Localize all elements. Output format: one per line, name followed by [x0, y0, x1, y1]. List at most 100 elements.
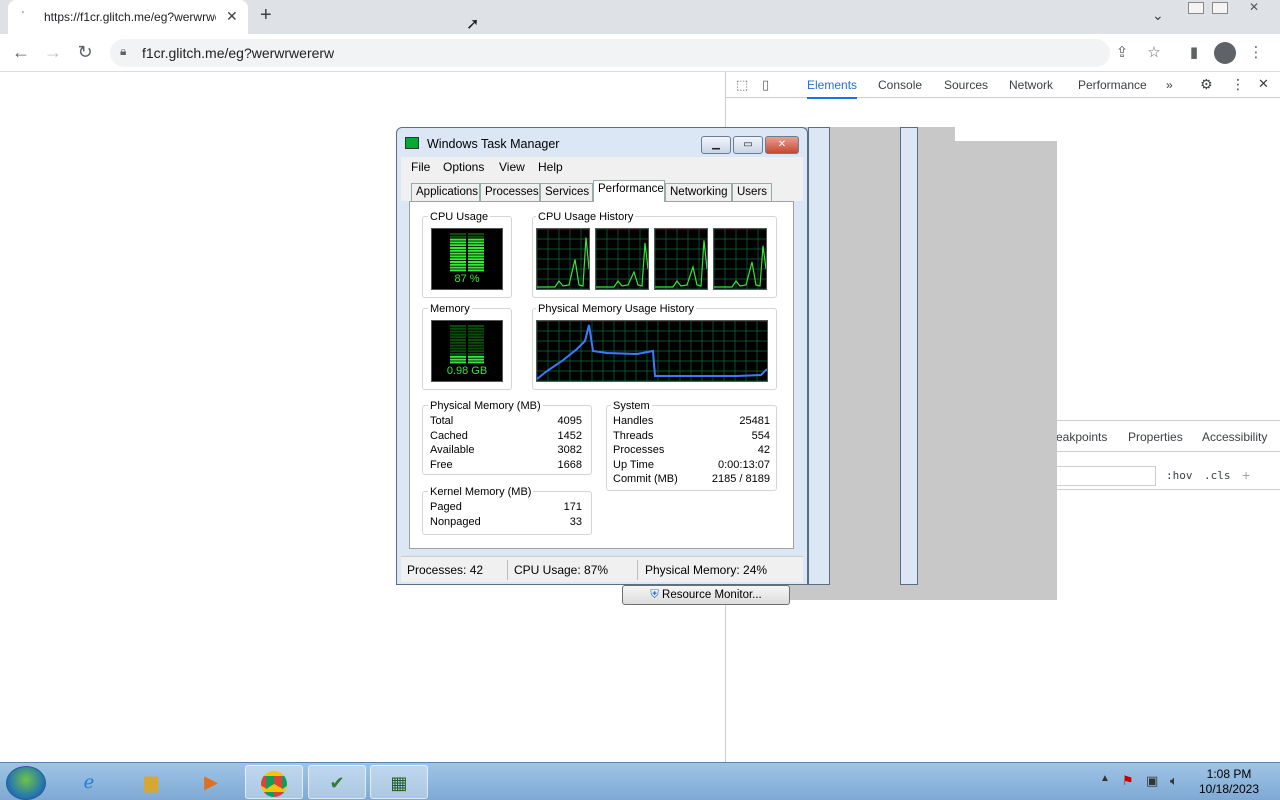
- stat-label: Up Time: [613, 458, 654, 471]
- cpu-core-svg: [654, 228, 708, 290]
- gauge-segment: [450, 327, 466, 330]
- star-icon[interactable]: ☆: [1144, 43, 1164, 61]
- devtools-more-tabs[interactable]: »: [1166, 78, 1173, 92]
- resource-monitor-button[interactable]: ⛨ Resource Monitor...: [622, 585, 790, 605]
- window-close-button[interactable]: ✕: [1236, 0, 1272, 16]
- devtools-tab-sources[interactable]: Sources: [944, 78, 988, 92]
- window-minimize-button[interactable]: [1188, 2, 1204, 14]
- close-icon[interactable]: ✕: [1258, 76, 1269, 92]
- memory-value: 0.98 GB: [446, 365, 488, 377]
- tab-services[interactable]: Services: [540, 183, 593, 201]
- address-bar[interactable]: 🔒︎ f1cr.glitch.me/eg?werwrwererw: [110, 39, 1110, 67]
- menu-file[interactable]: File: [411, 160, 430, 174]
- stat-row: Free 1668: [430, 459, 582, 474]
- task-manager-window[interactable]: Windows Task Manager ▁ ▭ ✕ File Options …: [396, 127, 808, 605]
- stat-label: Processes: [613, 444, 665, 456]
- subtab-accessibility[interactable]: Accessibility: [1202, 430, 1267, 444]
- stat-value: 171: [563, 501, 582, 513]
- gauge-segment: [468, 353, 484, 355]
- memory-gauge: 0.98 GB: [431, 320, 503, 382]
- checklist-app-icon[interactable]: ✔: [308, 765, 366, 799]
- tab-close-icon[interactable]: ✕: [226, 8, 238, 25]
- devtools-tab-console[interactable]: Console: [878, 78, 922, 92]
- devtools-tab-network[interactable]: Network: [1009, 78, 1053, 92]
- chrome-icon[interactable]: [245, 765, 303, 799]
- task-manager-taskbar-icon[interactable]: ▦: [370, 765, 428, 799]
- add-rule-icon[interactable]: +: [1242, 467, 1250, 483]
- memory-label: Memory: [428, 303, 472, 315]
- gauge-segment: [450, 261, 466, 263]
- menu-icon[interactable]: ⋮: [1246, 43, 1266, 61]
- stat-row: Handles 25481: [613, 415, 770, 430]
- stat-row: Available 3082: [430, 444, 582, 459]
- mouse-cursor-icon: ➚: [466, 16, 480, 33]
- window-maximize-button[interactable]: [1212, 2, 1228, 14]
- gauge-segment: [468, 347, 484, 350]
- stacked-window-edge: [900, 127, 918, 585]
- shield-icon: ⛨: [650, 589, 659, 601]
- styles-filter-input[interactable]: [1056, 466, 1156, 486]
- gauge-segment: [450, 263, 466, 266]
- device-toggle-icon[interactable]: ▯: [762, 77, 769, 93]
- menu-view[interactable]: View: [499, 160, 525, 174]
- devtools-tab-elements[interactable]: Elements: [807, 78, 858, 99]
- tab-networking[interactable]: Networking: [665, 183, 732, 201]
- gear-icon[interactable]: ⚙: [1200, 76, 1213, 93]
- action-center-icon[interactable]: ⚑: [1122, 773, 1134, 789]
- maximize-button[interactable]: ▭: [733, 136, 763, 154]
- stacked-window-edge: [808, 127, 830, 585]
- minimize-button[interactable]: ▁: [701, 136, 731, 154]
- performance-panel: CPU Usage 87 % CPU Usage History Memory …: [409, 201, 794, 605]
- hov-toggle[interactable]: :hov: [1166, 469, 1193, 482]
- forward-icon[interactable]: →: [42, 42, 64, 63]
- share-icon[interactable]: ⇪: [1112, 43, 1132, 61]
- tab-users[interactable]: Users: [732, 183, 772, 201]
- tab-performance[interactable]: Performance: [593, 180, 665, 202]
- gauge-segment: [468, 233, 484, 235]
- url-text[interactable]: f1cr.glitch.me/eg?werwrwererw: [142, 45, 334, 61]
- memory-history-svg: [536, 320, 768, 382]
- status-memory: Physical Memory: 24%: [645, 563, 768, 577]
- internet-explorer-icon[interactable]: ℯ: [60, 765, 118, 799]
- devtools-tab-performance[interactable]: Performance: [1078, 78, 1147, 92]
- sidepanel-icon[interactable]: ▮: [1184, 43, 1204, 61]
- volume-icon[interactable]: 🔈︎: [1170, 773, 1178, 789]
- subtab-breakpoints[interactable]: eakpoints: [1056, 430, 1107, 444]
- profile-icon[interactable]: [1214, 42, 1236, 64]
- system-rows: Handles 25481 Threads 554 Processes 42 Up Time…: [613, 415, 770, 488]
- memory-history-label: Physical Memory Usage History: [536, 303, 696, 315]
- tab-applications[interactable]: Applications: [411, 183, 480, 201]
- gauge-segment: [450, 347, 466, 350]
- system-clock[interactable]: 1:08 PM 10/18/2023: [1196, 767, 1262, 797]
- folder-icon[interactable]: ▆: [122, 765, 180, 799]
- menu-options[interactable]: Options: [443, 160, 484, 174]
- show-hidden-icons[interactable]: ▲: [1100, 773, 1110, 784]
- gauge-segment: [468, 327, 484, 330]
- gauge-segment: [450, 344, 466, 347]
- tab-processes[interactable]: Processes: [480, 183, 540, 201]
- chevron-down-icon[interactable]: ⌄: [1152, 7, 1164, 24]
- media-player-icon[interactable]: ▶: [182, 765, 240, 799]
- tab-strip: ' https://f1cr.glitch.me/eg?werwrwererw …: [0, 0, 1280, 34]
- lock-icon[interactable]: 🔒︎: [120, 44, 126, 59]
- subtab-properties[interactable]: Properties: [1128, 430, 1183, 444]
- cls-toggle[interactable]: .cls: [1204, 469, 1231, 482]
- loading-icon[interactable]: ↻: [74, 42, 96, 63]
- menu-help[interactable]: Help: [538, 160, 563, 174]
- ghost-window: [955, 141, 1057, 600]
- task-manager-icon: [405, 137, 419, 149]
- inspect-icon[interactable]: ⬚: [736, 77, 748, 93]
- gauge-segment: [450, 336, 466, 339]
- resource-monitor-label: Resource Monitor...: [662, 589, 762, 601]
- close-button[interactable]: ✕: [765, 136, 799, 154]
- status-bar: Processes: 42 CPU Usage: 87% Physical Me…: [401, 556, 803, 582]
- stat-row: Commit (MB) 2185 / 8189: [613, 473, 770, 488]
- network-icon[interactable]: ▣: [1146, 773, 1158, 789]
- new-tab-icon[interactable]: +: [260, 4, 272, 27]
- stat-row: Cached 1452: [430, 430, 582, 445]
- start-button[interactable]: [6, 766, 46, 800]
- devtools-menu-icon[interactable]: ⋮: [1231, 76, 1245, 93]
- browser-tab[interactable]: ' https://f1cr.glitch.me/eg?werwrwererw …: [8, 0, 248, 34]
- back-icon[interactable]: ←: [10, 42, 32, 63]
- taskbar: ℯ ▆ ▶ ✔ ▦ ▲ ⚑ ▣ 🔈︎ 1:08 PM 10/18/2023: [0, 762, 1280, 800]
